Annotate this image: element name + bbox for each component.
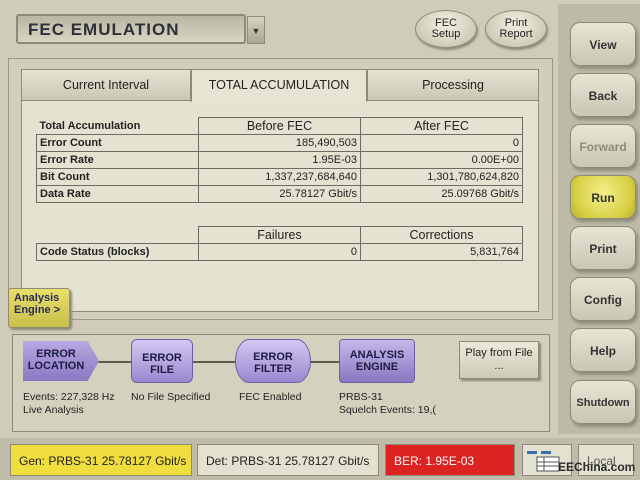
row-label: Error Count bbox=[36, 134, 199, 152]
analysis-engine-node[interactable]: ANALYSIS ENGINE bbox=[339, 339, 415, 383]
analysis-engine-caption-2: Squelch Events: 19,( bbox=[339, 404, 436, 416]
watermark: EEChina.com bbox=[558, 460, 636, 474]
forward-button[interactable]: Forward bbox=[570, 124, 636, 168]
cell-before: 1.95E-03 bbox=[198, 151, 361, 169]
row-label: Error Rate bbox=[36, 151, 199, 169]
window-title[interactable]: FEC EMULATION bbox=[16, 14, 246, 44]
accumulation-table: Total Accumulation Before FEC After FEC … bbox=[36, 117, 523, 203]
fec-emulation-app: FEC EMULATION ▼ FEC Setup Print Report V… bbox=[0, 0, 640, 480]
analysis-flow-panel: ERROR LOCATION ERROR FILE ERROR FILTER A… bbox=[12, 334, 550, 432]
error-location-caption-2: Live Analysis bbox=[23, 404, 84, 416]
cell-corrections: 5,831,764 bbox=[360, 243, 523, 261]
error-filter-caption: FEC Enabled bbox=[239, 391, 302, 403]
title-dropdown-icon[interactable]: ▼ bbox=[247, 16, 265, 44]
results-panel: Current Interval TOTAL ACCUMULATION Proc… bbox=[8, 58, 553, 320]
tab-total-accumulation[interactable]: TOTAL ACCUMULATION bbox=[191, 69, 367, 102]
cell-after: 0.00E+00 bbox=[360, 151, 523, 169]
cell-after: 0 bbox=[360, 134, 523, 152]
analysis-engine-tab[interactable]: Analysis Engine > bbox=[8, 288, 70, 328]
row-label: Data Rate bbox=[36, 185, 199, 203]
table-row: Error Count 185,490,503 0 bbox=[36, 134, 523, 152]
tab-processing[interactable]: Processing bbox=[367, 69, 539, 101]
table-header-row: Total Accumulation Before FEC After FEC bbox=[37, 117, 523, 135]
config-button[interactable]: Config bbox=[570, 277, 636, 321]
print-report-label: Print Report bbox=[499, 17, 533, 40]
column-header-after-fec: After FEC bbox=[360, 117, 523, 135]
run-button[interactable]: Run bbox=[570, 175, 636, 219]
code-status-table: Failures Corrections Code Status (blocks… bbox=[36, 226, 523, 261]
tab-current-interval[interactable]: Current Interval bbox=[21, 69, 191, 101]
column-header-failures: Failures bbox=[198, 226, 361, 244]
error-filter-node[interactable]: ERROR FILTER bbox=[235, 339, 311, 383]
table-row: Code Status (blocks) 0 5,831,764 bbox=[36, 243, 523, 261]
cell-before: 25.78127 Gbit/s bbox=[198, 185, 361, 203]
help-button[interactable]: Help bbox=[570, 328, 636, 372]
play-from-file-button[interactable]: Play from File ... bbox=[459, 341, 539, 379]
tab-content: Total Accumulation Before FEC After FEC … bbox=[21, 100, 539, 312]
status-bar: Gen: PRBS-31 25.78127 Gbit/s Det: PRBS-3… bbox=[0, 438, 640, 480]
view-button[interactable]: View bbox=[570, 22, 636, 66]
shutdown-button[interactable]: Shutdown bbox=[570, 380, 636, 424]
fec-setup-label: FEC Setup bbox=[431, 17, 461, 40]
cell-after: 25.09768 Gbit/s bbox=[360, 185, 523, 203]
cell-before: 1,337,237,684,640 bbox=[198, 168, 361, 186]
error-file-caption: No File Specified bbox=[131, 391, 211, 403]
table-header-row: Failures Corrections bbox=[37, 226, 523, 244]
generator-status[interactable]: Gen: PRBS-31 25.78127 Gbit/s bbox=[10, 444, 192, 476]
column-header-before-fec: Before FEC bbox=[198, 117, 361, 135]
cell-before: 185,490,503 bbox=[198, 134, 361, 152]
print-button[interactable]: Print bbox=[570, 226, 636, 270]
blank-cell bbox=[37, 227, 199, 244]
table-row: Bit Count 1,337,237,684,640 1,301,780,62… bbox=[36, 168, 523, 186]
section-title: Total Accumulation bbox=[39, 119, 141, 132]
analysis-engine-caption-1: PRBS-31 bbox=[339, 391, 383, 403]
detector-status[interactable]: Det: PRBS-31 25.78127 Gbit/s bbox=[197, 444, 379, 476]
fec-setup-button[interactable]: FEC Setup bbox=[415, 10, 477, 48]
cell-failures: 0 bbox=[198, 243, 361, 261]
cell-after: 1,301,780,624,820 bbox=[360, 168, 523, 186]
ber-status[interactable]: BER: 1.95E-03 bbox=[385, 444, 515, 476]
side-navigation: View Back Forward Run Print Config Help … bbox=[558, 4, 640, 434]
row-label: Code Status (blocks) bbox=[36, 243, 199, 261]
table-row: Error Rate 1.95E-03 0.00E+00 bbox=[36, 151, 523, 169]
print-report-button[interactable]: Print Report bbox=[485, 10, 547, 48]
error-file-node[interactable]: ERROR FILE bbox=[131, 339, 193, 383]
back-button[interactable]: Back bbox=[570, 73, 636, 117]
row-label: Bit Count bbox=[36, 168, 199, 186]
column-header-corrections: Corrections bbox=[360, 226, 523, 244]
error-location-caption-1: Events: 227,328 Hz bbox=[23, 391, 115, 403]
table-row: Data Rate 25.78127 Gbit/s 25.09768 Gbit/… bbox=[36, 185, 523, 203]
error-location-node[interactable]: ERROR LOCATION bbox=[23, 341, 99, 381]
